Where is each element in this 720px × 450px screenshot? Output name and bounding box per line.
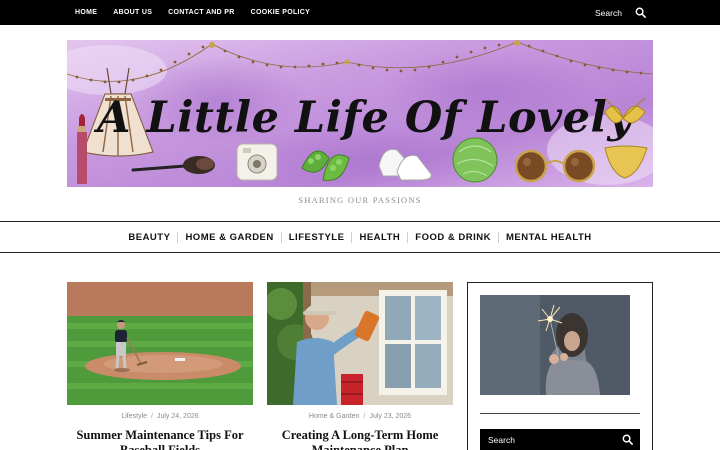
search-icon[interactable] xyxy=(635,7,646,18)
top-nav: HOME ABOUT US CONTACT AND PR COOKIE POLI… xyxy=(75,0,310,25)
sidebar-photo-sparkler xyxy=(480,295,630,395)
post-meta: Home & Garden / July 23, 2026 xyxy=(267,413,453,420)
site-banner[interactable]: A Little Life Of Lovely xyxy=(67,40,653,187)
post-thumbnail-baseball-field[interactable] xyxy=(67,282,253,405)
nav-separator xyxy=(407,231,409,243)
nav-beauty[interactable]: BEAUTY xyxy=(128,232,170,243)
top-search-label: Search xyxy=(595,7,622,18)
top-bar: HOME ABOUT US CONTACT AND PR COOKIE POLI… xyxy=(0,0,720,25)
sidebar-search-label: Search xyxy=(488,435,515,445)
site-tagline: SHARING OUR PASSIONS xyxy=(298,195,422,205)
nav-separator xyxy=(177,231,179,243)
top-nav-home[interactable]: HOME xyxy=(75,9,97,16)
post-meta: Lifestyle / July 24, 2026 xyxy=(67,413,253,420)
nav-separator xyxy=(351,231,353,243)
post-card: Lifestyle / July 24, 2026 Summer Maintenan… xyxy=(67,282,253,450)
main-nav: BEAUTY HOME & GARDEN LIFESTYLE HEALTH FO… xyxy=(0,221,720,253)
post-title[interactable]: Summer Maintenance Tips For Baseball Fie… xyxy=(67,428,253,450)
search-icon[interactable] xyxy=(622,434,633,445)
meta-separator: / xyxy=(151,413,153,420)
nav-lifestyle[interactable]: LIFESTYLE xyxy=(289,232,345,243)
site-title: A Little Life Of Lovely xyxy=(93,93,635,143)
nav-mental-health[interactable]: MENTAL HEALTH xyxy=(506,232,592,243)
sidebar-search-field[interactable]: Search xyxy=(480,429,640,450)
post-category[interactable]: Lifestyle xyxy=(121,413,147,420)
nav-separator xyxy=(497,231,499,243)
post-thumbnail-home-maintenance[interactable] xyxy=(267,282,453,405)
nav-health[interactable]: HEALTH xyxy=(359,232,400,243)
nav-home-garden[interactable]: HOME & GARDEN xyxy=(185,232,273,243)
nav-food-drink[interactable]: FOOD & DRINK xyxy=(415,232,491,243)
post-date[interactable]: July 24, 2026 xyxy=(157,413,199,420)
meta-separator: / xyxy=(363,413,366,420)
top-nav-cookie-policy[interactable]: COOKIE POLICY xyxy=(251,9,311,16)
camera-illustration xyxy=(236,143,278,181)
post-card: Home & Garden / July 23, 2026 Creating A L… xyxy=(267,282,453,450)
post-title[interactable]: Creating A Long-Term Home Maintenance Pl… xyxy=(267,428,453,450)
top-nav-about-us[interactable]: ABOUT US xyxy=(113,9,152,16)
cabbage-illustration xyxy=(452,137,498,183)
sidebar-divider xyxy=(480,413,640,414)
top-nav-contact[interactable]: CONTACT AND PR xyxy=(168,9,234,16)
post-category[interactable]: Home & Garden xyxy=(309,413,360,420)
sidebar: Search xyxy=(467,282,653,450)
banner-illustration: A Little Life Of Lovely xyxy=(67,40,653,187)
top-search-field[interactable]: Search xyxy=(595,0,622,25)
post-date[interactable]: July 23, 2026 xyxy=(369,413,411,420)
nav-separator xyxy=(280,231,282,243)
